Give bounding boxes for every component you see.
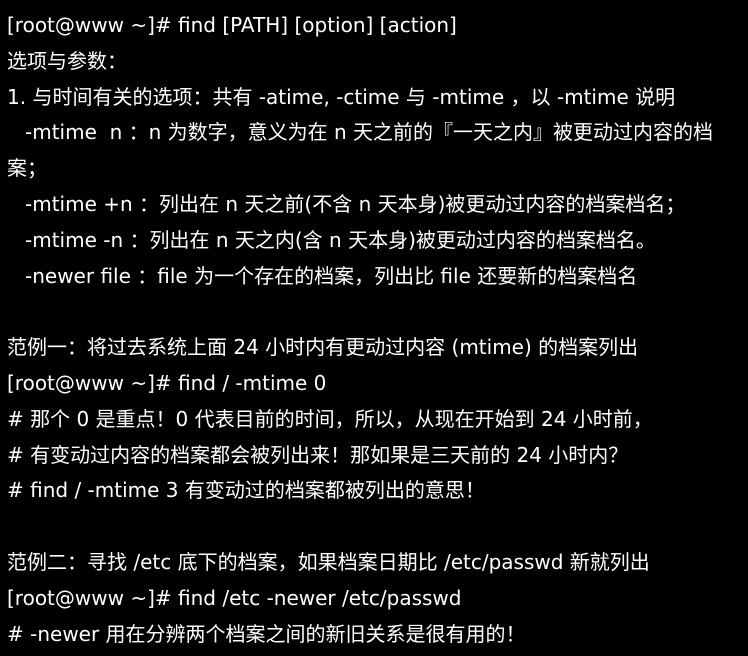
example-one-comment: # 有变动过内容的档案都会被列出来！那如果是三天前的 24 小时内？ [7, 442, 629, 467]
mtime-n-continuation: 案； [7, 156, 47, 181]
newer-file-line: -newer file ：file 为一个存在的档案，列出比 file 还要新的… [25, 263, 638, 288]
example-one-command: [root@www ~]# find / -mtime 0 [7, 370, 327, 395]
example-two-command: [root@www ~]# find /etc -newer /etc/pass… [7, 585, 462, 610]
mtime-minus-n-line: -mtime -n ：列出在 n 天之内(含 n 天本身)被更动过内容的档案档名… [25, 227, 656, 252]
example-one-comment: # 那个 0 是重点！0 代表目前的时间，所以，从现在开始到 24 小时前， [7, 406, 653, 431]
mtime-plus-n-line: -mtime +n ：列出在 n 天之前(不含 n 天本身)被更动过内容的档案档… [25, 191, 686, 216]
time-options-line: 1. 与时间有关的选项：共有 -atime, -ctime 与 -mtime ，… [7, 84, 676, 109]
terminal-window[interactable]: [root@www ~]# find [PATH] [option] [acti… [0, 0, 748, 656]
mtime-n-line: -mtime n ：n 为数字，意义为在 n 天之前的『一天之内』被更动过内容的… [25, 120, 714, 145]
command-line: [root@www ~]# find [PATH] [option] [acti… [7, 13, 457, 37]
example-one-heading: 范例一：将过去系统上面 24 小时内有更动过内容 (mtime) 的档案列出 [7, 335, 639, 360]
options-heading: 选项与参数： [7, 48, 127, 73]
example-two-heading: 范例二：寻找 /etc 底下的档案，如果档案日期比 /etc/passwd 新就… [7, 549, 650, 574]
example-two-comment: # -newer 用在分辨两个档案之间的新旧关系是很有用的！ [7, 621, 526, 646]
example-one-comment: # find / -mtime 3 有变动过的档案都被列出的意思！ [7, 478, 485, 503]
